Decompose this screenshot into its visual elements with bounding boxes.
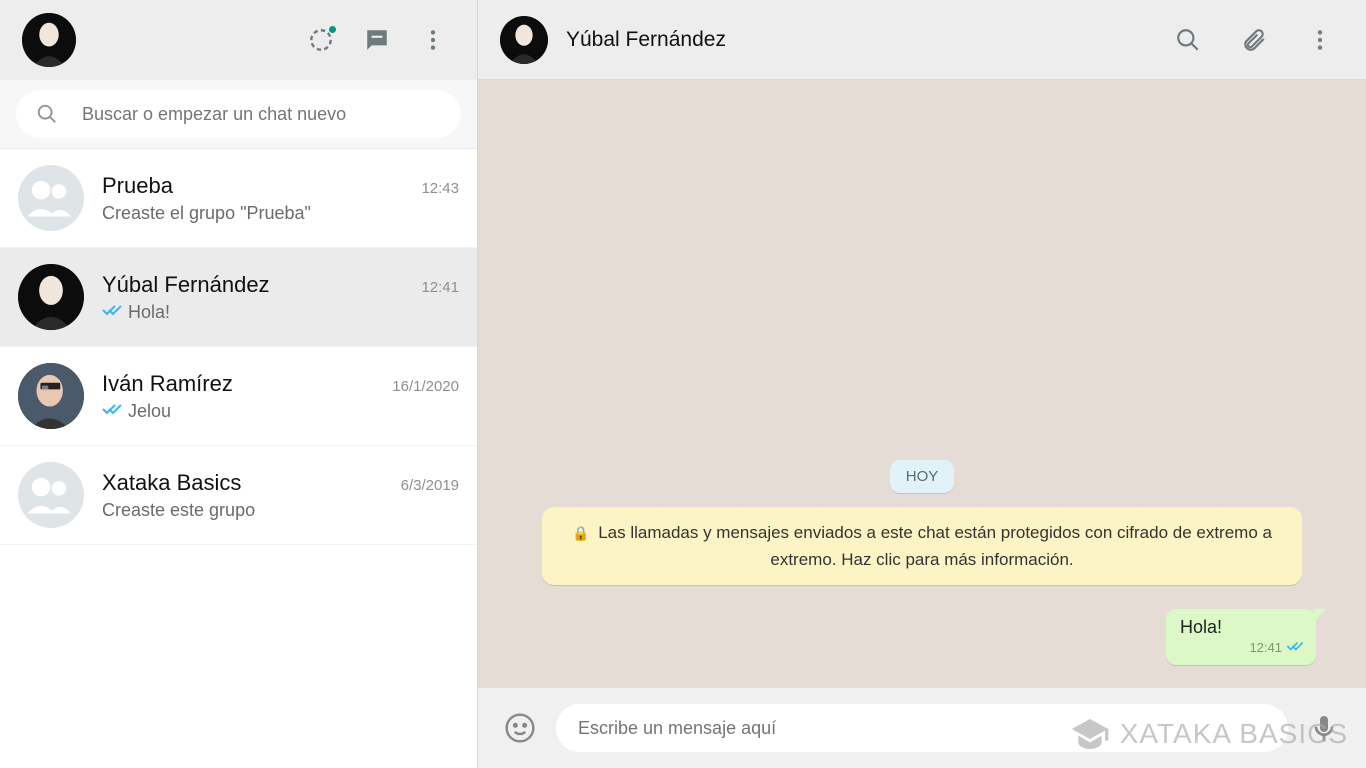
chat-name: Iván Ramírez — [102, 371, 233, 397]
contact-avatar[interactable] — [500, 16, 548, 64]
emoji-icon[interactable] — [500, 708, 540, 748]
message-time: 12:41 — [1249, 640, 1282, 655]
encryption-text: Las llamadas y mensajes enviados a este … — [598, 523, 1272, 569]
sidebar-header — [0, 0, 477, 80]
chat-item[interactable]: Prueba 12:43 Creaste el grupo "Prueba" — [0, 149, 477, 248]
encryption-notice[interactable]: 🔒 Las llamadas y mensajes enviados a est… — [542, 507, 1302, 585]
group-avatar-icon — [18, 165, 84, 231]
conversation-menu-icon[interactable] — [1296, 16, 1344, 64]
chat-time: 16/1/2020 — [392, 378, 459, 395]
status-icon[interactable] — [297, 16, 345, 64]
chat-preview: Creaste el grupo "Prueba" — [102, 203, 311, 224]
message-text: Hola! — [1180, 617, 1304, 638]
group-avatar-icon — [18, 462, 84, 528]
chat-item[interactable]: Yúbal Fernández 12:41 Hola! — [0, 248, 477, 347]
read-receipt-icon — [102, 402, 122, 421]
mic-icon[interactable] — [1304, 708, 1344, 748]
chat-name: Xataka Basics — [102, 470, 241, 496]
chat-preview: Jelou — [128, 401, 171, 422]
read-receipt-icon — [1286, 640, 1304, 655]
chat-item[interactable]: Iván Ramírez 16/1/2020 Jelou — [0, 347, 477, 446]
chat-preview: Creaste este grupo — [102, 500, 255, 521]
chat-time: 6/3/2019 — [401, 477, 459, 494]
avatar — [18, 363, 84, 429]
chat-name: Yúbal Fernández — [102, 272, 270, 298]
messages-area[interactable]: HOY 🔒 Las llamadas y mensajes enviados a… — [478, 80, 1366, 688]
chat-preview: Hola! — [128, 302, 170, 323]
read-receipt-icon — [102, 303, 122, 322]
lock-icon: 🔒 — [572, 525, 589, 541]
conversation-header[interactable]: Yúbal Fernández — [478, 0, 1366, 80]
new-chat-icon[interactable] — [353, 16, 401, 64]
avatar — [18, 264, 84, 330]
conversation-panel: Yúbal Fernández HOY 🔒 Las llamadas y men… — [478, 0, 1366, 768]
sidebar: Prueba 12:43 Creaste el grupo "Prueba" Y… — [0, 0, 478, 768]
chat-item[interactable]: Xataka Basics 6/3/2019 Creaste este grup… — [0, 446, 477, 545]
message-outgoing[interactable]: Hola! 12:41 — [1166, 609, 1316, 665]
chat-list: Prueba 12:43 Creaste el grupo "Prueba" Y… — [0, 149, 477, 768]
conversation-title: Yúbal Fernández — [566, 28, 1146, 52]
search-icon — [36, 103, 58, 125]
search-in-chat-icon[interactable] — [1164, 16, 1212, 64]
search-input[interactable] — [82, 104, 441, 125]
attach-icon[interactable] — [1230, 16, 1278, 64]
message-row: Hola! 12:41 — [1166, 609, 1316, 665]
search-box[interactable] — [16, 90, 461, 138]
menu-icon[interactable] — [409, 16, 457, 64]
chat-time: 12:41 — [421, 279, 459, 296]
date-divider: HOY — [890, 460, 955, 493]
chat-name: Prueba — [102, 173, 173, 199]
search-bar — [0, 80, 477, 149]
chat-time: 12:43 — [421, 180, 459, 197]
message-input[interactable] — [556, 704, 1288, 752]
my-avatar[interactable] — [22, 13, 76, 67]
composer — [478, 688, 1366, 768]
